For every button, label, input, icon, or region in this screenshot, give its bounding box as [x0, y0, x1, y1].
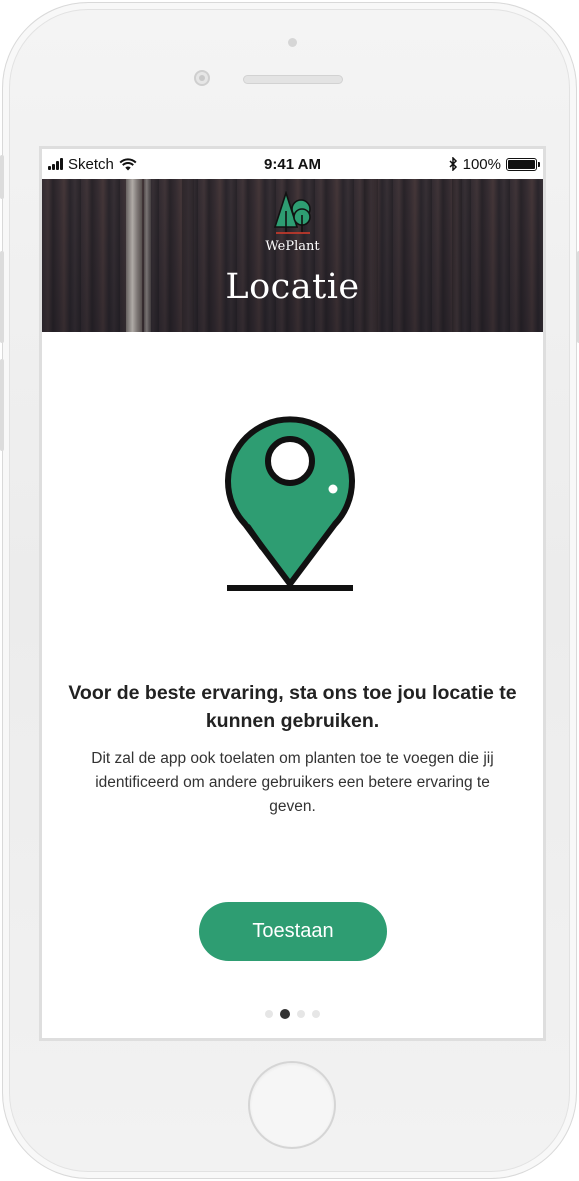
volume-up-button: [0, 251, 4, 343]
forest-trunk: [452, 179, 462, 332]
permission-headline: Voor de beste ervaring, sta ons toe jou …: [68, 682, 517, 732]
page-dot[interactable]: [265, 1010, 273, 1018]
header-banner: WePlant Locatie: [42, 179, 543, 332]
front-camera: [194, 70, 210, 86]
screen: Sketch 9:41 AM 100% WePlant Locatie Voor…: [39, 146, 546, 1041]
page-title: Locatie: [225, 267, 360, 307]
forest-trunk: [126, 179, 142, 332]
phone-frame: Sketch 9:41 AM 100% WePlant Locatie Voor…: [0, 2, 579, 1179]
wifi-icon: [119, 157, 137, 170]
page-dot-active[interactable]: [280, 1009, 290, 1019]
battery-icon: [506, 157, 540, 171]
home-button[interactable]: [248, 1061, 336, 1149]
location-pin-icon: [225, 416, 355, 591]
allow-location-button[interactable]: Toestaan: [199, 902, 387, 961]
page-dot[interactable]: [297, 1010, 305, 1018]
page-indicator: [42, 1009, 543, 1019]
permission-description: Dit zal de app ook toelaten om planten t…: [91, 750, 494, 815]
forest-trunk: [364, 179, 378, 332]
forest-trunk: [144, 179, 151, 332]
signal-icon: [48, 158, 63, 170]
earpiece-speaker: [243, 75, 343, 84]
status-right: 100%: [449, 155, 540, 173]
front-sensor: [288, 38, 297, 47]
volume-down-button: [0, 359, 4, 451]
carrier-name: Sketch: [68, 155, 114, 173]
bluetooth-icon: [449, 157, 457, 171]
mute-switch: [0, 155, 4, 199]
status-time: 9:41 AM: [264, 155, 321, 173]
page-dot[interactable]: [312, 1010, 320, 1018]
status-bar: Sketch 9:41 AM 100%: [42, 149, 543, 179]
weplant-logo-icon: [273, 191, 311, 234]
status-left: Sketch: [48, 156, 137, 173]
forest-trunk: [182, 179, 194, 332]
brand-name: WePlant: [265, 239, 320, 254]
battery-percent: 100%: [462, 155, 501, 173]
